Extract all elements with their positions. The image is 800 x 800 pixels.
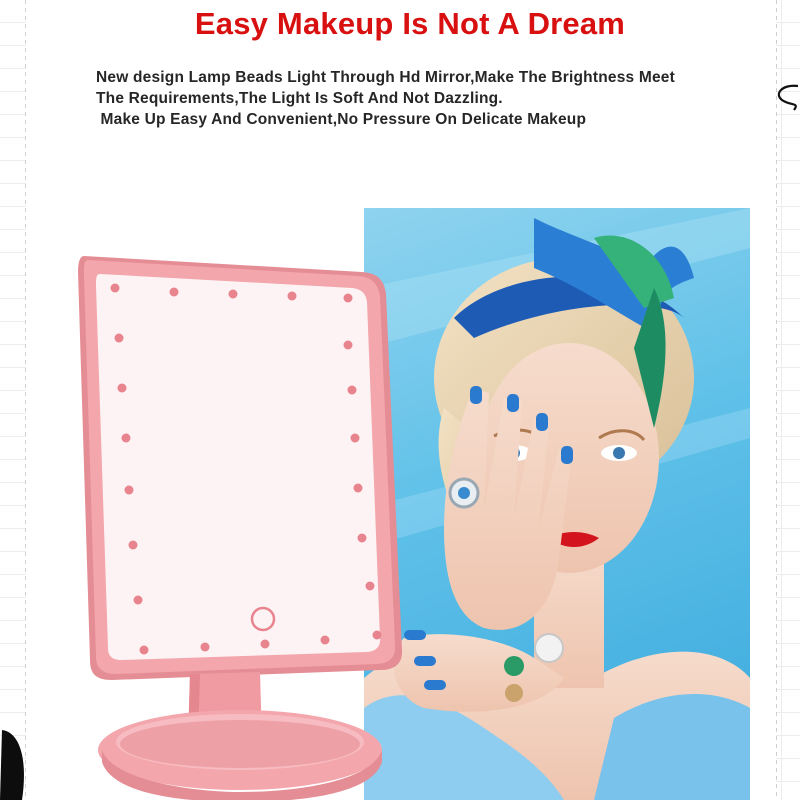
product-page: Easy Makeup Is Not A Dream New design La… [0, 0, 800, 800]
description-line-3: Make Up Easy And Convenient,No Pressure … [96, 111, 587, 128]
description: New design Lamp Beads Light Through Hd M… [96, 67, 776, 130]
model-photo [364, 208, 750, 800]
decorative-swirl [777, 84, 799, 111]
decorative-blob [0, 730, 24, 800]
led-mirror-product [78, 256, 403, 800]
model-illustration [364, 208, 750, 800]
description-line-1: New design Lamp Beads Light Through Hd M… [96, 69, 675, 86]
headline: Easy Makeup Is Not A Dream [194, 6, 626, 41]
description-line-2: The Requirements,The Light Is Soft And N… [96, 90, 503, 107]
